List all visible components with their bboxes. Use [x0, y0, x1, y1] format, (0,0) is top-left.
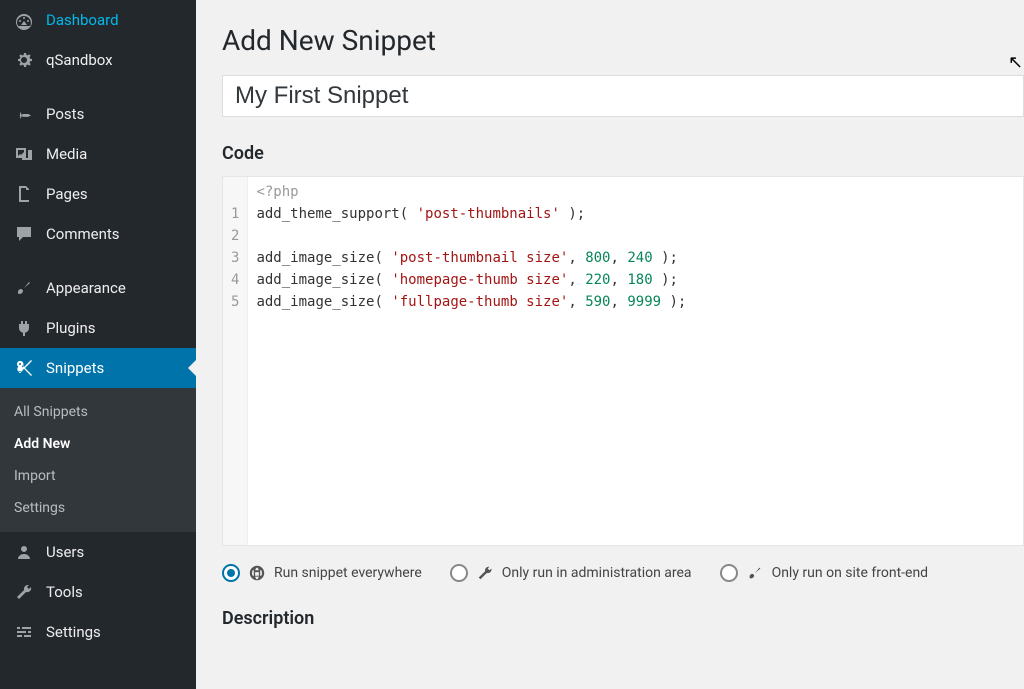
snippet-title-input[interactable]	[222, 75, 1024, 117]
submenu-item-all-snippets[interactable]: All Snippets	[0, 396, 196, 428]
main-content: Add New Snippet Code 1 2 3 4 5 <?php add…	[196, 0, 1024, 689]
page-title: Add New Snippet	[222, 24, 1024, 57]
user-icon	[12, 542, 36, 562]
sidebar-item-label: Pages	[46, 185, 88, 203]
sidebar-item-posts[interactable]: Posts	[0, 94, 196, 134]
sidebar-item-snippets[interactable]: Snippets	[0, 348, 196, 388]
sidebar-item-settings[interactable]: Settings	[0, 612, 196, 652]
run-option-label: Run snippet everywhere	[274, 565, 422, 581]
admin-sidebar: Dashboard qSandbox Posts Media Pages Com…	[0, 0, 196, 689]
sidebar-item-pages[interactable]: Pages	[0, 174, 196, 214]
description-section-label: Description	[222, 608, 1024, 629]
code-editor[interactable]: 1 2 3 4 5 <?php add_theme_support( 'post…	[222, 176, 1024, 546]
cursor-icon: ↖	[1008, 52, 1023, 73]
code-gutter: 1 2 3 4 5	[223, 177, 248, 545]
sidebar-item-users[interactable]: Users	[0, 532, 196, 572]
radio-icon	[720, 564, 738, 582]
sidebar-item-label: Settings	[46, 623, 101, 641]
sidebar-item-appearance[interactable]: Appearance	[0, 268, 196, 308]
sliders-icon	[12, 622, 36, 642]
sidebar-item-label: Comments	[46, 225, 120, 243]
sidebar-item-label: Snippets	[46, 359, 104, 377]
sidebar-item-label: qSandbox	[46, 51, 113, 69]
comment-icon	[12, 224, 36, 244]
brush-icon	[12, 278, 36, 298]
globe-icon	[248, 564, 266, 582]
sidebar-item-tools[interactable]: Tools	[0, 572, 196, 612]
sidebar-item-dashboard[interactable]: Dashboard	[0, 0, 196, 40]
sidebar-item-label: Posts	[46, 105, 84, 123]
code-body[interactable]: <?php add_theme_support( 'post-thumbnail…	[248, 177, 694, 545]
sidebar-item-qsandbox[interactable]: qSandbox	[0, 40, 196, 80]
sidebar-item-label: Users	[46, 543, 84, 561]
pin-icon	[12, 104, 36, 124]
wrench-icon	[476, 564, 494, 582]
submenu-item-add-new[interactable]: Add New	[0, 428, 196, 460]
pages-icon	[12, 184, 36, 204]
wrench-icon	[12, 582, 36, 602]
scissors-icon	[12, 358, 36, 378]
run-scope-options: Run snippet everywhere Only run in admin…	[222, 564, 1024, 582]
sidebar-item-media[interactable]: Media	[0, 134, 196, 174]
code-section-label: Code	[222, 143, 1024, 164]
plug-icon	[12, 318, 36, 338]
sidebar-item-label: Tools	[46, 583, 83, 601]
submenu-item-import[interactable]: Import	[0, 460, 196, 492]
run-option-label: Only run on site front-end	[772, 565, 929, 581]
sidebar-item-label: Media	[46, 145, 87, 163]
gear-icon	[12, 50, 36, 70]
radio-icon	[450, 564, 468, 582]
sidebar-submenu: All Snippets Add New Import Settings	[0, 388, 196, 532]
dashboard-icon	[12, 10, 36, 30]
submenu-item-settings[interactable]: Settings	[0, 492, 196, 524]
run-option-frontend[interactable]: Only run on site front-end	[720, 564, 929, 582]
sidebar-item-comments[interactable]: Comments	[0, 214, 196, 254]
run-option-admin[interactable]: Only run in administration area	[450, 564, 692, 582]
sidebar-item-label: Dashboard	[46, 11, 119, 29]
radio-checked-icon	[222, 564, 240, 582]
sidebar-item-label: Plugins	[46, 319, 95, 337]
sidebar-item-plugins[interactable]: Plugins	[0, 308, 196, 348]
run-option-label: Only run in administration area	[502, 565, 692, 581]
wand-icon	[746, 564, 764, 582]
sidebar-item-label: Appearance	[46, 279, 126, 297]
media-icon	[12, 144, 36, 164]
run-option-everywhere[interactable]: Run snippet everywhere	[222, 564, 422, 582]
